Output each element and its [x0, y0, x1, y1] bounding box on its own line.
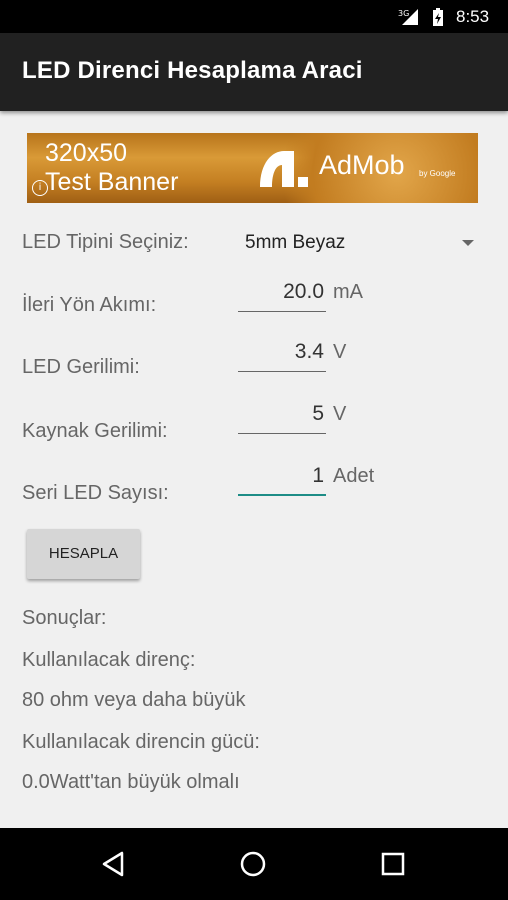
home-icon[interactable]: [235, 846, 271, 882]
ad-brand: AdMob: [319, 150, 405, 180]
series-count-unit: Adet: [333, 465, 375, 487]
ad-label: Test Banner: [45, 168, 179, 196]
input-underline-focused: [238, 494, 326, 496]
power-label: Kullanılacak direncin gücü:: [22, 731, 260, 753]
led-voltage-input[interactable]: 3.4: [238, 336, 326, 372]
ad-banner[interactable]: 320x50 Test Banner i AdMob by Google: [27, 133, 478, 203]
forward-current-label: İleri Yön Akımı:: [22, 294, 157, 316]
calculate-button[interactable]: HESAPLA: [27, 529, 140, 579]
signal-icon: 3G: [396, 0, 420, 33]
status-bar: 3G 8:53: [0, 0, 508, 33]
battery-icon: [432, 0, 444, 33]
back-icon[interactable]: [95, 846, 131, 882]
led-type-value: 5mm Beyaz: [245, 232, 346, 253]
power-value: 0.0Watt'tan büyük olmalı: [22, 771, 240, 793]
status-time: 8:53: [456, 6, 490, 26]
input-underline: [238, 433, 326, 434]
app-bar: LED Direnci Hesaplama Araci: [0, 33, 508, 111]
source-voltage-input[interactable]: 5: [238, 398, 326, 434]
forward-current-unit: mA: [333, 281, 363, 303]
led-voltage-label: LED Gerilimi:: [22, 356, 140, 378]
led-voltage-value: 3.4: [294, 340, 324, 363]
series-count-input[interactable]: 1: [238, 460, 326, 496]
dropdown-arrow-icon: [462, 240, 474, 246]
recents-icon[interactable]: [375, 846, 411, 882]
forward-current-input[interactable]: 20.0: [238, 276, 326, 312]
led-voltage-unit: V: [333, 341, 347, 363]
input-underline: [238, 371, 326, 372]
ad-by-google: by Google: [419, 169, 456, 178]
input-underline: [238, 311, 326, 312]
led-type-label: LED Tipini Seçiniz:: [22, 231, 189, 253]
results-heading: Sonuçlar:: [22, 607, 107, 629]
series-count-label: Seri LED Sayısı:: [22, 482, 169, 504]
source-voltage-value: 5: [312, 402, 324, 425]
series-count-value: 1: [312, 464, 324, 487]
resistor-value: 80 ohm veya daha büyük: [22, 689, 246, 711]
app-title: LED Direnci Hesaplama Araci: [22, 57, 363, 84]
source-voltage-label: Kaynak Gerilimi:: [22, 420, 168, 442]
ad-size-text: 320x50: [45, 139, 128, 167]
forward-current-value: 20.0: [283, 280, 324, 303]
navigation-bar: [0, 828, 508, 900]
info-icon[interactable]: i: [32, 180, 48, 196]
resistor-label: Kullanılacak direnç:: [22, 649, 196, 671]
led-type-dropdown[interactable]: 5mm Beyaz: [240, 226, 480, 260]
network-type: 3G: [398, 9, 409, 18]
source-voltage-unit: V: [333, 403, 347, 425]
admob-logo-icon: [254, 147, 308, 195]
